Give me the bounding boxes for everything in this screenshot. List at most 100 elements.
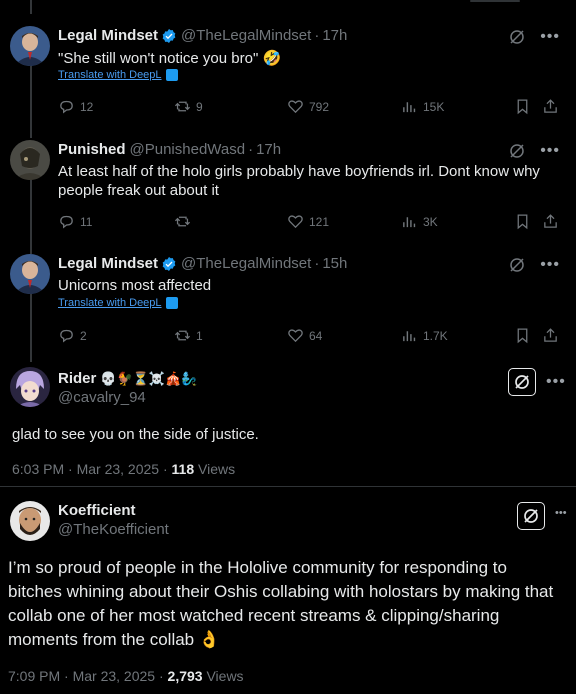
views-label: Views bbox=[194, 461, 236, 477]
avatar[interactable] bbox=[10, 367, 50, 407]
user-handle[interactable]: @TheKoefficient bbox=[58, 521, 169, 538]
display-name[interactable]: Punished bbox=[58, 140, 126, 160]
views-button[interactable]: 3K bbox=[401, 213, 438, 230]
separator-dot: · bbox=[248, 141, 254, 158]
like-button[interactable]: 64 bbox=[287, 327, 322, 344]
display-name[interactable]: Rider bbox=[58, 370, 96, 387]
action-bar: 2 1 64 1.7K bbox=[58, 327, 558, 347]
user-handle[interactable]: @TheLegalMindset bbox=[181, 26, 311, 46]
repost-button[interactable]: 1 bbox=[174, 327, 203, 344]
views-button[interactable]: 1.7K bbox=[401, 327, 448, 344]
bookmark-button[interactable] bbox=[514, 213, 531, 230]
timestamp[interactable]: 15h bbox=[322, 254, 347, 274]
deepl-icon bbox=[165, 69, 178, 81]
bookmark-icon bbox=[517, 328, 528, 344]
tweet-text: "She still won't notice you bro" 🤣 bbox=[58, 50, 282, 67]
display-name[interactable]: Koefficient bbox=[58, 502, 136, 519]
tweet-timestamp[interactable]: 7:09 PM · Mar 23, 2025 · bbox=[8, 668, 168, 684]
tweet-text: Unicorns most affected bbox=[58, 277, 212, 294]
repost-button[interactable]: 9 bbox=[174, 98, 203, 115]
tweet-meta: 7:09 PM · Mar 23, 2025 · 2,793 Views bbox=[8, 668, 244, 684]
separator-dot: · bbox=[314, 255, 320, 272]
translate-link[interactable]: Translate with DeepL bbox=[58, 297, 178, 309]
like-icon bbox=[288, 100, 303, 114]
views-count: 1.7K bbox=[423, 328, 448, 343]
reply-button[interactable]: 11 bbox=[58, 213, 92, 230]
tweet-header-icons: ••• bbox=[508, 142, 560, 160]
bookmark-button[interactable] bbox=[514, 98, 531, 115]
deepl-icon bbox=[165, 297, 178, 309]
tweet-header: Legal Mindset @TheLegalMindset · 15h bbox=[58, 254, 347, 274]
reply-tweet[interactable]: Legal Mindset @TheLegalMindset · 17h •••… bbox=[0, 0, 576, 125]
more-icon[interactable]: ••• bbox=[555, 507, 567, 519]
like-count: 64 bbox=[309, 328, 323, 343]
grok-button[interactable] bbox=[508, 368, 536, 396]
views-count: 2,793 bbox=[167, 668, 203, 684]
display-name[interactable]: Legal Mindset bbox=[58, 26, 158, 46]
share-button[interactable] bbox=[542, 213, 559, 230]
avatar[interactable] bbox=[10, 26, 50, 66]
name-emojis: 💀🐓⏳☠️🎪🧞‍♂️ bbox=[100, 370, 198, 386]
reply-button[interactable]: 12 bbox=[58, 98, 93, 115]
reply-tweet[interactable]: Punished @PunishedWasd · 17h ••• At leas… bbox=[0, 125, 576, 240]
user-handle[interactable]: @PunishedWasd bbox=[130, 140, 246, 160]
grok-icon bbox=[515, 375, 529, 389]
avatar[interactable] bbox=[10, 140, 50, 180]
tweet-header-icons: ••• bbox=[508, 256, 560, 274]
views-icon bbox=[403, 217, 416, 228]
reply-tweet[interactable]: Legal Mindset @TheLegalMindset · 15h •••… bbox=[0, 240, 576, 355]
like-count: 792 bbox=[309, 99, 330, 114]
translate-label[interactable]: Translate with DeepL bbox=[58, 69, 162, 81]
reply-button[interactable]: 2 bbox=[58, 327, 87, 344]
views-label: Views bbox=[202, 668, 244, 684]
more-icon[interactable]: ••• bbox=[540, 142, 560, 160]
focused-tweet: Rider 💀🐓⏳☠️🎪🧞‍♂️ @cavalry_94 ••• glad to… bbox=[0, 362, 576, 484]
share-icon bbox=[544, 328, 557, 342]
tweet-timestamp[interactable]: 6:03 PM · Mar 23, 2025 · bbox=[12, 461, 172, 477]
share-button[interactable] bbox=[542, 327, 559, 344]
avatar[interactable] bbox=[10, 501, 50, 541]
like-icon bbox=[288, 329, 303, 343]
quoted-tweet: Koefficient @TheKoefficient ••• I’m so p… bbox=[0, 487, 576, 694]
reply-icon bbox=[60, 329, 73, 343]
bookmark-button[interactable] bbox=[514, 327, 531, 344]
tweet-text: I’m so proud of people in the Hololive c… bbox=[8, 558, 554, 649]
share-icon bbox=[544, 99, 557, 113]
tweet-text: glad to see you on the side of justice. bbox=[12, 426, 259, 443]
like-button[interactable]: 792 bbox=[287, 98, 329, 115]
timestamp[interactable]: 17h bbox=[256, 140, 281, 160]
share-icon bbox=[544, 214, 557, 228]
user-handle[interactable]: @cavalry_94 bbox=[58, 389, 146, 406]
translate-link[interactable]: Translate with DeepL bbox=[58, 69, 178, 81]
more-icon[interactable]: ••• bbox=[540, 28, 560, 46]
views-count: 15K bbox=[423, 99, 445, 114]
grok-icon[interactable] bbox=[508, 256, 526, 274]
timestamp[interactable]: 17h bbox=[322, 26, 347, 46]
like-button[interactable]: 121 bbox=[287, 213, 329, 230]
avatar[interactable] bbox=[10, 254, 50, 294]
verified-badge-icon bbox=[162, 29, 176, 43]
repost-count: 9 bbox=[196, 99, 203, 114]
share-button[interactable] bbox=[542, 98, 559, 115]
grok-icon[interactable] bbox=[508, 28, 526, 46]
tweet-text: At least half of the holo girls probably… bbox=[58, 163, 540, 199]
views-count: 3K bbox=[423, 214, 438, 229]
views-button[interactable]: 15K bbox=[401, 98, 444, 115]
grok-button[interactable] bbox=[517, 502, 545, 530]
tweet-header: Legal Mindset @TheLegalMindset · 17h bbox=[58, 26, 347, 46]
bookmark-icon bbox=[517, 99, 528, 115]
views-count: 118 bbox=[171, 461, 195, 477]
like-count: 121 bbox=[309, 214, 330, 229]
reply-count: 2 bbox=[80, 328, 87, 343]
more-icon[interactable]: ••• bbox=[540, 256, 560, 274]
repost-button[interactable] bbox=[174, 213, 196, 230]
display-name[interactable]: Legal Mindset bbox=[58, 254, 158, 274]
repost-count: 1 bbox=[196, 328, 203, 343]
repost-icon bbox=[174, 101, 191, 112]
action-bar: 12 9 792 15K bbox=[58, 98, 558, 118]
grok-icon[interactable] bbox=[508, 142, 526, 160]
translate-label[interactable]: Translate with DeepL bbox=[58, 297, 162, 309]
user-handle[interactable]: @TheLegalMindset bbox=[181, 254, 311, 274]
repost-icon bbox=[174, 330, 191, 341]
more-icon[interactable]: ••• bbox=[546, 373, 566, 391]
